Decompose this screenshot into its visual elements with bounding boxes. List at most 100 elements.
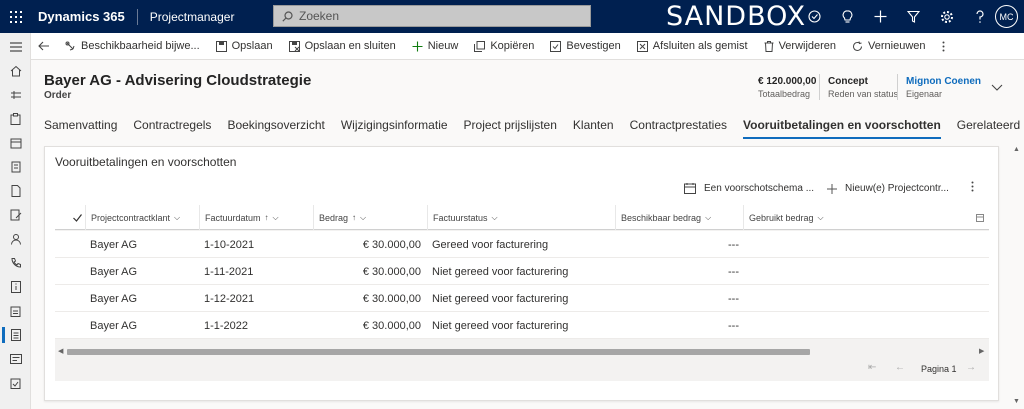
tab-strip: Samenvatting Contractregels Boekingsover…	[31, 112, 1024, 139]
confirm-button[interactable]: Bevestigen	[542, 33, 628, 60]
column-label: Factuurdatum	[205, 212, 261, 223]
save-close-button[interactable]: Opslaan en sluiten	[281, 33, 404, 60]
schedule-button[interactable]: Een voorschotschema ...	[684, 183, 814, 194]
cell-klant: Bayer AG	[90, 319, 138, 332]
tab-samenvatting[interactable]: Samenvatting	[31, 112, 125, 137]
refresh-button[interactable]: Vernieuwen	[844, 33, 934, 60]
availability-icon	[65, 41, 75, 50]
column-header-gebruikt-bedrag[interactable]: Gebruikt bedrag ⌵	[743, 205, 971, 230]
scrollbar-thumb[interactable]	[67, 349, 810, 355]
table-row[interactable]: Bayer AG 1-1-2022 € 30.000,00 Niet geree…	[55, 312, 989, 339]
plus-icon	[412, 41, 423, 51]
recent-icon[interactable]	[0, 83, 31, 107]
status-reason-label: Reden van status	[828, 89, 899, 99]
phone-icon[interactable]	[0, 251, 31, 275]
clipboard-icon[interactable]	[0, 107, 31, 131]
clipboard-list-icon[interactable]	[0, 299, 31, 323]
tab-gerelateerd[interactable]: Gerelateerd	[949, 112, 1024, 137]
clipboard-check-icon[interactable]	[0, 371, 31, 395]
page-vertical-scrollbar[interactable]: ▲ ▼	[1010, 140, 1024, 409]
column-header-beschikbaar-bedrag[interactable]: Beschikbaar bedrag ⌵	[615, 205, 743, 230]
app-launcher-icon[interactable]	[0, 0, 32, 33]
document-icon[interactable]	[0, 179, 31, 203]
page-label: Pagina 1	[921, 364, 957, 374]
column-header-factuurdatum[interactable]: Factuurdatum ↑ ⌵	[199, 205, 313, 230]
task-icon[interactable]	[798, 0, 831, 33]
filter-icon[interactable]	[897, 0, 930, 33]
table-row[interactable]: Bayer AG 1-10-2021 € 30.000,00 Gereed vo…	[55, 231, 989, 258]
table-row[interactable]: Bayer AG 1-12-2021 € 30.000,00 Niet gere…	[55, 285, 989, 312]
chevron-down-icon: ⌵	[272, 212, 279, 222]
tab-project-prijslijsten[interactable]: Project prijslijsten	[456, 112, 565, 137]
calendar-icon[interactable]	[0, 131, 31, 155]
section-title: Vooruitbetalingen en voorschotten	[55, 155, 237, 169]
document-stack-icon[interactable]	[0, 155, 31, 179]
owner-link[interactable]: Mignon Coenen	[906, 76, 981, 87]
save-close-label: Opslaan en sluiten	[304, 40, 396, 52]
subgrid-more-button[interactable]	[971, 181, 974, 195]
plus-icon[interactable]	[864, 0, 897, 33]
cell-bedrag: € 30.000,00	[362, 265, 421, 278]
previous-page-icon[interactable]: ←	[895, 362, 905, 373]
cell-beschikbaar-bedrag: ---	[728, 319, 739, 332]
hamburger-icon[interactable]	[0, 35, 31, 59]
copy-button[interactable]: Kopiëren	[466, 33, 542, 60]
avatar[interactable]: MC	[995, 5, 1018, 28]
next-page-icon[interactable]: →	[966, 362, 976, 373]
delete-button[interactable]: Verwijderen	[756, 33, 844, 60]
horizontal-scrollbar[interactable]: ◀ ▶	[55, 347, 989, 357]
scroll-left-icon[interactable]: ◀	[58, 347, 63, 355]
search-input[interactable]: Zoeken	[273, 5, 591, 27]
tab-vooruitbetalingen[interactable]: Vooruitbetalingen en voorschotten	[735, 112, 949, 139]
calendar-icon	[684, 183, 696, 194]
scroll-up-icon[interactable]: ▲	[1013, 146, 1020, 153]
home-icon[interactable]	[0, 59, 31, 83]
person-icon[interactable]	[0, 227, 31, 251]
app-name[interactable]: Projectmanager	[138, 10, 235, 24]
table-row[interactable]: Bayer AG 1-11-2021 € 30.000,00 Niet gere…	[55, 258, 989, 285]
prepayments-grid: Projectcontractklant ⌵ Factuurdatum ↑ ⌵ Bed…	[55, 205, 989, 381]
expand-header-button[interactable]	[991, 80, 1003, 94]
info-document-icon[interactable]	[0, 275, 31, 299]
more-commands-button[interactable]	[934, 33, 953, 60]
environment-label: SANDBOX	[666, 1, 807, 32]
scroll-right-icon[interactable]: ▶	[979, 347, 984, 355]
close-lost-button[interactable]: Afsluiten als gemist	[629, 33, 756, 60]
plus-icon	[827, 183, 837, 194]
column-header-bedrag[interactable]: Bedrag ↑ ⌵	[313, 205, 427, 230]
cell-beschikbaar-bedrag: ---	[728, 238, 739, 251]
select-all-checkbox[interactable]	[55, 205, 85, 230]
lightbulb-icon[interactable]	[831, 0, 864, 33]
gear-icon[interactable]	[930, 0, 963, 33]
pager: ⇤ ← Pagina 1 →	[55, 357, 989, 381]
first-page-icon[interactable]: ⇤	[868, 362, 876, 373]
column-settings-button[interactable]	[971, 205, 989, 230]
column-header-factuurstatus[interactable]: Factuurstatus ⌵	[427, 205, 615, 230]
scroll-down-icon[interactable]: ▼	[1013, 398, 1020, 405]
id-card-icon[interactable]	[0, 347, 31, 371]
sort-ascending-icon: ↑	[352, 213, 357, 222]
new-project-contract-button[interactable]: Nieuw(e) Projectcontr...	[827, 183, 949, 194]
chevron-down-icon: ⌵	[360, 212, 367, 222]
tab-contractregels[interactable]: Contractregels	[125, 112, 219, 137]
order-icon[interactable]	[0, 323, 31, 347]
tab-wijzigingsinformatie[interactable]: Wijzigingsinformatie	[333, 112, 456, 137]
tab-boekingsoverzicht[interactable]: Boekingsoverzicht	[219, 112, 332, 137]
help-icon[interactable]	[963, 0, 996, 33]
refresh-label: Vernieuwen	[868, 40, 926, 52]
cell-factuurstatus: Niet gereed voor facturering	[432, 265, 569, 278]
delete-icon	[764, 40, 774, 52]
back-button[interactable]	[31, 33, 57, 60]
tab-contractprestaties[interactable]: Contractprestaties	[622, 112, 735, 137]
header-divider	[897, 74, 898, 100]
cell-klant: Bayer AG	[90, 292, 138, 305]
owner-label: Eigenaar	[906, 89, 943, 99]
save-button[interactable]: Opslaan	[208, 33, 281, 60]
column-header-klant[interactable]: Projectcontractklant ⌵	[85, 205, 199, 230]
brand-name[interactable]: Dynamics 365	[32, 9, 137, 24]
availability-button[interactable]: Beschikbaarheid bijwe...	[57, 33, 208, 60]
tab-klanten[interactable]: Klanten	[565, 112, 622, 137]
search-icon	[282, 10, 293, 22]
new-button[interactable]: Nieuw	[404, 33, 467, 60]
document-edit-icon[interactable]	[0, 203, 31, 227]
